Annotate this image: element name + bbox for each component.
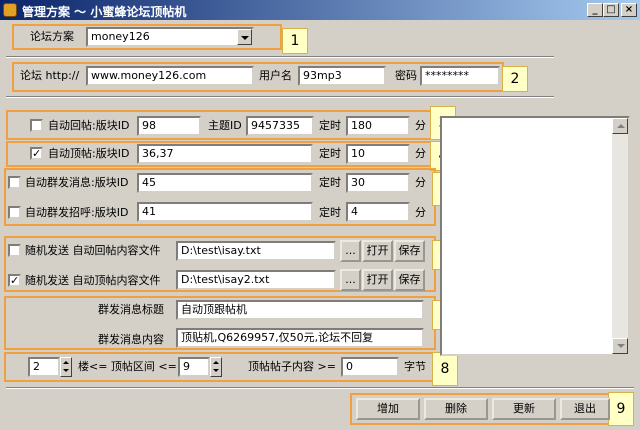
exit-button[interactable]: 退出 [560,398,610,420]
random-reply-file-input[interactable]: D:\test\isay.txt [176,241,336,261]
mass-message-timer-input[interactable]: 30 [346,173,410,193]
message-content-input[interactable]: 顶贴机,Q6269957,仅50元,论坛不回复 [176,328,424,348]
auto-reply-label: 自动回帖:版块ID [48,119,130,132]
topic-id-label: 主题ID [208,119,242,132]
mass-message-timer-label: 定时 [319,176,341,189]
mass-message-checkbox[interactable] [8,176,21,189]
auto-reply-timer-label: 定时 [319,119,341,132]
window-title: 管理方案 ～ 小蜜蜂论坛顶帖机 [22,5,187,19]
mass-greet-unit: 分 [415,206,426,219]
message-content-label: 群发消息内容 [98,333,164,346]
delete-button[interactable]: 删除 [424,398,488,420]
range-from-spinner[interactable] [60,357,72,377]
add-button[interactable]: 增加 [356,398,420,420]
random-reply-label: 随机发送 自动回帖内容文件 [25,244,161,257]
range-label: 楼<= 顶帖区间 <= [78,360,177,373]
update-button[interactable]: 更新 [492,398,556,420]
app-icon [3,3,17,17]
random-bump-save-button[interactable]: 保存 [394,269,425,291]
random-reply-open-button[interactable]: 打开 [362,240,393,262]
random-reply-checkbox[interactable] [8,244,21,257]
random-reply-save-button[interactable]: 保存 [394,240,425,262]
random-bump-label: 随机发送 自动顶帖内容文件 [25,274,161,287]
range-from-input[interactable]: 2 [28,357,60,377]
random-bump-browse-button[interactable]: ... [340,269,361,291]
auto-bump-timer-input[interactable]: 10 [346,144,410,164]
scheme-label: 论坛方案 [30,30,74,43]
password-label: 密码 [395,69,417,82]
mass-greet-label: 自动群发招呼:版块ID [25,206,129,219]
auto-bump-unit: 分 [415,147,426,160]
auto-bump-checkbox[interactable]: ✓ [30,147,43,160]
divider [6,387,634,389]
auto-reply-unit: 分 [415,119,426,132]
callout-tag-9: 9 [608,392,634,426]
password-input[interactable]: ******** [420,66,500,86]
mass-message-label: 自动群发消息:版块ID [25,176,129,189]
topic-id-input[interactable]: 9457335 [246,116,314,136]
random-bump-file-input[interactable]: D:\test\isay2.txt [176,270,336,290]
callout-tag-1: 1 [282,28,308,54]
divider [6,56,554,58]
auto-bump-timer-label: 定时 [319,147,341,160]
mass-greet-board-input[interactable]: 41 [137,202,313,222]
random-bump-open-button[interactable]: 打开 [362,269,393,291]
range-to-input[interactable]: 9 [178,357,210,377]
mass-greet-checkbox[interactable] [8,206,21,219]
random-bump-checkbox[interactable]: ✓ [8,274,21,287]
scheme-list[interactable] [440,116,630,356]
list-scrollbar[interactable] [612,118,628,354]
forum-url-label: 论坛 http:// [20,69,80,82]
title-bar[interactable]: 管理方案 ～ 小蜜蜂论坛顶帖机 _ □ × [0,0,640,20]
auto-reply-timer-input[interactable]: 180 [346,116,410,136]
auto-reply-board-input[interactable]: 98 [137,116,201,136]
min-content-unit: 字节 [404,360,426,373]
chevron-down-icon[interactable] [237,29,252,45]
mass-greet-timer-input[interactable]: 4 [346,202,410,222]
auto-reply-checkbox[interactable] [30,119,43,132]
mass-message-board-input[interactable]: 45 [137,173,313,193]
message-title-label: 群发消息标题 [98,303,164,316]
mass-greet-timer-label: 定时 [319,206,341,219]
callout-tag-2: 2 [502,66,528,92]
auto-bump-board-input[interactable]: 36,37 [137,144,313,164]
minimize-button[interactable]: _ [587,3,603,17]
scheme-selected-value: money126 [91,30,150,43]
mass-message-unit: 分 [415,176,426,189]
random-reply-browse-button[interactable]: ... [340,240,361,262]
scheme-select[interactable]: money126 [86,27,254,47]
username-input[interactable]: 93mp3 [298,66,386,86]
range-to-spinner[interactable] [210,357,222,377]
forum-url-input[interactable]: www.money126.com [86,66,254,86]
auto-bump-label: 自动顶帖:版块ID [48,147,130,160]
maximize-button[interactable]: □ [603,3,619,17]
min-content-label: 顶帖帖子内容 >= [248,360,336,373]
close-button[interactable]: × [621,3,637,17]
message-title-input[interactable]: 自动顶跟帖机 [176,300,424,320]
min-content-input[interactable]: 0 [341,357,399,377]
username-label: 用户名 [259,69,292,82]
callout-tag-8: 8 [432,352,458,386]
scroll-up-icon[interactable] [612,118,628,134]
divider [6,96,554,98]
scroll-down-icon[interactable] [612,338,628,354]
